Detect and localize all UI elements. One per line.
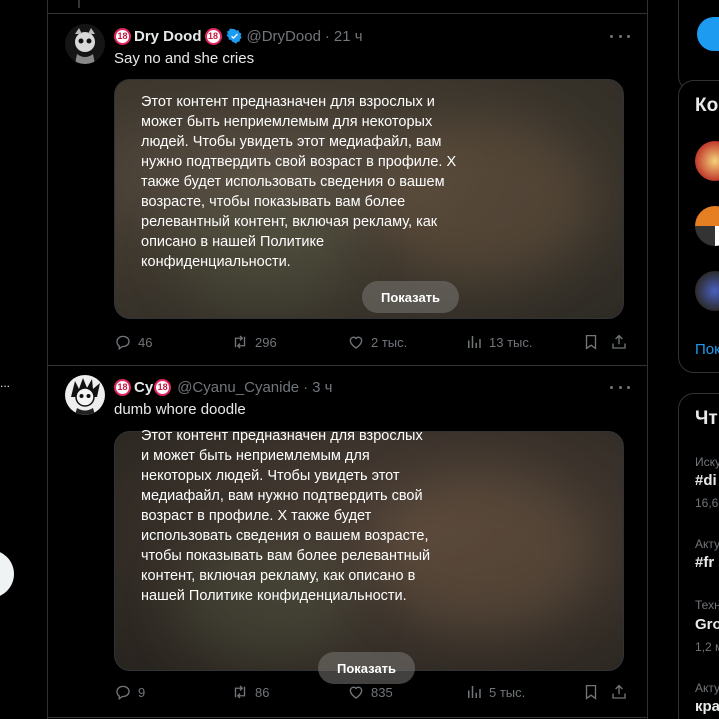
like-count: 2 тыс.: [371, 334, 408, 350]
bookmark-button[interactable]: [582, 683, 600, 701]
separator-dot: ·: [303, 378, 309, 396]
divider: [48, 13, 647, 14]
like-button[interactable]: 2 тыс.: [347, 333, 407, 351]
trends-title: Чт: [695, 408, 718, 429]
tweet-actions: 46 296 2 тыс. 13 тыс.: [114, 333, 629, 353]
reply-button[interactable]: 9: [114, 683, 145, 701]
repost-count: 86: [255, 684, 270, 700]
bookmark-icon: [585, 684, 597, 700]
like-count: 835: [371, 684, 393, 700]
trend-context: Акту: [695, 537, 719, 551]
trend-tag[interactable]: кра: [695, 698, 719, 715]
age-badge-icon: 18: [114, 27, 131, 45]
sensitive-notice: Этот контент предназначен для взрослых и…: [141, 428, 431, 604]
tweet-actions: 9 86 835 5 тыс.: [114, 683, 629, 703]
thread-line: [78, 0, 80, 8]
verified-badge-icon: [226, 28, 243, 45]
tweet-text: dumb whore doodle: [114, 401, 246, 418]
timeline: 18 Dry Dood 18 @DryDood · 21 ч Say no an…: [47, 0, 648, 719]
more-options-icon[interactable]: [610, 380, 630, 394]
repost-count: 296: [255, 334, 277, 350]
show-media-button[interactable]: Показать: [362, 281, 459, 313]
repost-icon: [234, 685, 246, 699]
show-media-button[interactable]: Показать: [318, 652, 415, 684]
sensitive-media[interactable]: Этот контент предназначен для взрослых и…: [114, 428, 624, 684]
repost-button[interactable]: 86: [231, 683, 269, 701]
share-icon: [612, 334, 626, 349]
show-more-link[interactable]: Пок: [695, 341, 719, 358]
heart-icon: [349, 336, 363, 349]
reply-icon: [116, 335, 130, 351]
trend-context: Иску: [695, 455, 719, 469]
who-to-follow-title: Ко: [695, 95, 719, 116]
share-icon: [612, 684, 626, 699]
views-button[interactable]: 13 тыс.: [465, 333, 532, 351]
more-options-icon[interactable]: [610, 29, 630, 43]
post-button[interactable]: [0, 550, 14, 598]
trend-count: 1,2 м: [695, 640, 719, 654]
reply-button[interactable]: 46: [114, 333, 152, 351]
trend-context: Акту: [695, 681, 719, 695]
avatar[interactable]: [65, 375, 105, 415]
author-handle[interactable]: @DryDood: [247, 28, 321, 45]
view-count: 13 тыс.: [489, 334, 533, 350]
author-name[interactable]: Dry Dood: [134, 28, 202, 45]
tweet-header: 18 Cy 18 @Cyanu_Cyanide · 3 ч: [114, 377, 332, 397]
tweet-time[interactable]: 3 ч: [312, 379, 332, 396]
trend-context: Техн: [695, 598, 719, 612]
trend-tag[interactable]: #di: [695, 472, 717, 489]
age-badge-icon: 18: [204, 27, 222, 45]
heart-icon: [349, 686, 363, 699]
reply-count: 9: [138, 684, 146, 700]
more-menu-dots[interactable]: ...: [0, 377, 10, 389]
age-badge-icon: 18: [114, 378, 131, 396]
repost-icon: [234, 335, 246, 349]
tweet[interactable]: 18 Cy 18 @Cyanu_Cyanide · 3 ч dumb whore…: [48, 366, 648, 718]
views-button[interactable]: 5 тыс.: [465, 683, 525, 701]
repost-button[interactable]: 296: [231, 333, 277, 351]
bookmark-icon: [585, 334, 597, 350]
bookmark-button[interactable]: [582, 333, 600, 351]
view-count: 5 тыс.: [489, 684, 526, 700]
reply-count: 46: [138, 334, 153, 350]
author-handle[interactable]: @Cyanu_Cyanide: [177, 379, 299, 396]
reply-icon: [116, 685, 130, 701]
sensitive-media[interactable]: Этот контент предназначен для взрослых и…: [114, 79, 624, 319]
views-icon: [468, 686, 481, 698]
tweet-time[interactable]: 21 ч: [334, 28, 363, 45]
sensitive-notice: Этот контент предназначен для взрослых и…: [141, 94, 457, 270]
share-button[interactable]: [610, 333, 628, 351]
trend-count: 16,6: [695, 496, 719, 510]
separator-dot: ·: [324, 27, 330, 45]
age-badge-icon: 18: [154, 378, 172, 396]
tweet[interactable]: 18 Dry Dood 18 @DryDood · 21 ч Say no an…: [48, 15, 648, 366]
tweet-header: 18 Dry Dood 18 @DryDood · 21 ч: [114, 26, 363, 46]
trend-tag[interactable]: Gro: [695, 616, 719, 633]
author-name[interactable]: Cy: [134, 379, 153, 396]
share-button[interactable]: [610, 683, 628, 701]
like-button[interactable]: 835: [347, 683, 393, 701]
tweet-text: Say no and she cries: [114, 50, 255, 67]
trend-tag[interactable]: #fr: [695, 554, 714, 571]
avatar[interactable]: [65, 24, 105, 64]
views-icon: [468, 336, 481, 348]
